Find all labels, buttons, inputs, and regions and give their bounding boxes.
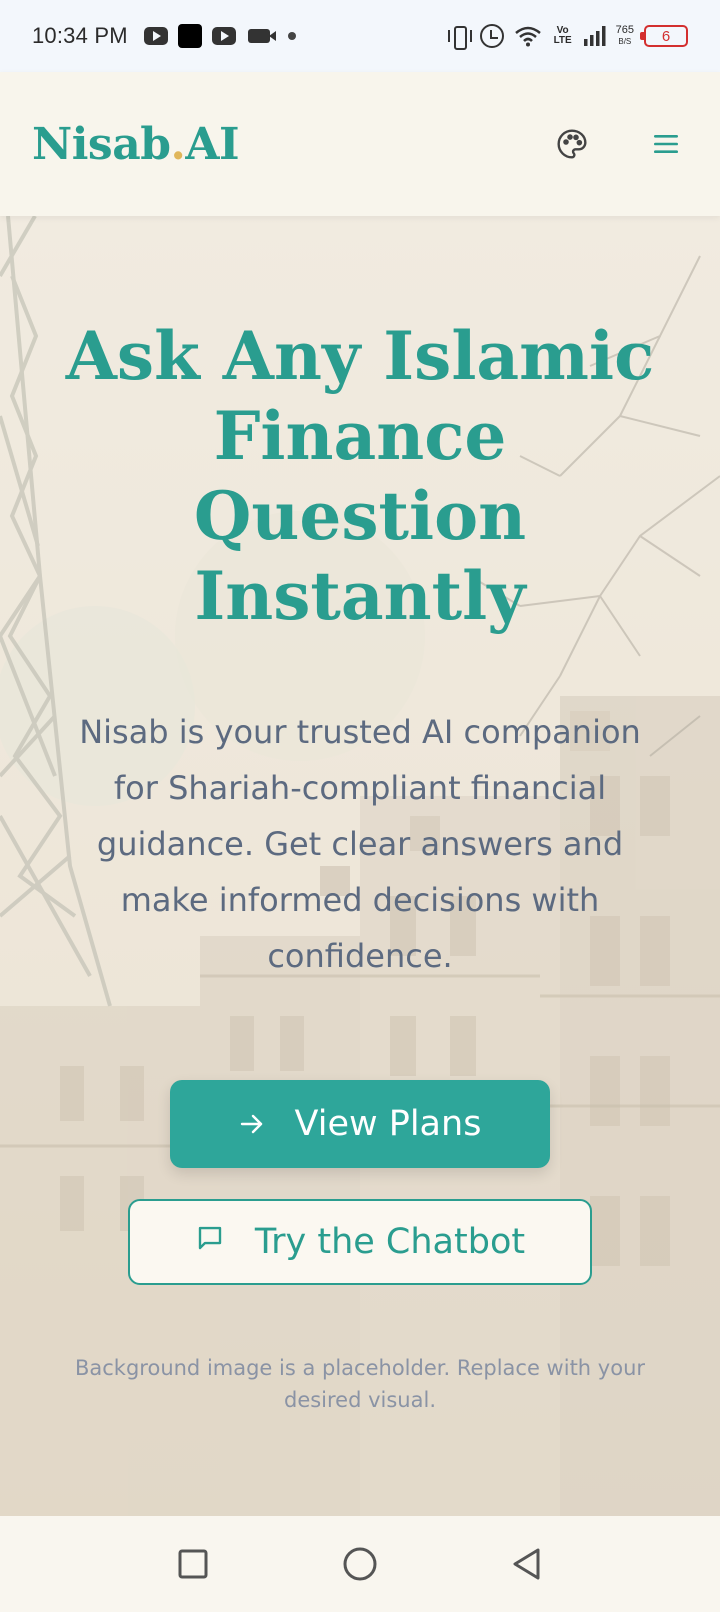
alarm-icon <box>479 24 504 48</box>
back-button[interactable] <box>497 1534 557 1594</box>
logo[interactable]: Nisab.AI <box>32 118 240 170</box>
chat-bubble-icon <box>195 1222 225 1262</box>
try-chatbot-label: Try the Chatbot <box>254 1222 526 1262</box>
notification-icons <box>143 24 296 48</box>
status-time: 10:34 PM <box>32 23 128 48</box>
youtube-icon <box>211 27 236 45</box>
logo-dot: . <box>170 118 186 170</box>
network-speed-unit: B/S <box>618 37 632 46</box>
hero-subtitle: Nisab is your trusted AI companion for S… <box>79 713 641 975</box>
network-speed-value: 765 <box>615 24 634 36</box>
palette-icon[interactable] <box>550 122 594 166</box>
video-camera-icon <box>247 29 276 43</box>
background-placeholder-note: Background image is a placeholder. Repla… <box>74 1356 646 1412</box>
site-header: Nisab.AI <box>0 72 720 216</box>
hamburger-menu-icon[interactable] <box>644 122 688 166</box>
battery-icon: 6 <box>640 25 688 47</box>
system-navigation-bar <box>0 1516 720 1612</box>
status-bar: 10:34 PM Vo LTE 765 B/S 6 <box>0 0 720 72</box>
try-chatbot-button[interactable]: Try the Chatbot <box>128 1199 592 1285</box>
volte-label: Vo LTE <box>553 25 572 46</box>
view-plans-button[interactable]: View Plans <box>170 1080 550 1168</box>
header-actions <box>550 122 688 166</box>
vibrate-icon <box>446 24 472 50</box>
signal-strength-icon <box>583 26 606 46</box>
logo-text-ai: AI <box>185 118 240 170</box>
hero-content: Ask Any Islamic Finance Question Instant… <box>0 216 720 1516</box>
network-speed: 765 B/S <box>616 25 634 47</box>
arrow-right-icon <box>239 1104 265 1144</box>
youtube-icon <box>143 27 168 45</box>
hero-section: Ask Any Islamic Finance Question Instant… <box>0 216 720 1516</box>
logo-text-main: Nisab <box>32 118 171 170</box>
home-button[interactable] <box>330 1534 390 1594</box>
wifi-icon <box>514 25 542 47</box>
recent-apps-button[interactable] <box>163 1534 223 1594</box>
hero-title: Ask Any Islamic Finance Question Instant… <box>65 317 655 635</box>
more-notifications-dot-icon <box>287 32 296 40</box>
battery-level: 6 <box>661 27 671 45</box>
system-icons: Vo LTE 765 B/S 6 <box>446 24 688 50</box>
app-notification-icon <box>177 24 202 48</box>
view-plans-label: View Plans <box>294 1104 482 1144</box>
